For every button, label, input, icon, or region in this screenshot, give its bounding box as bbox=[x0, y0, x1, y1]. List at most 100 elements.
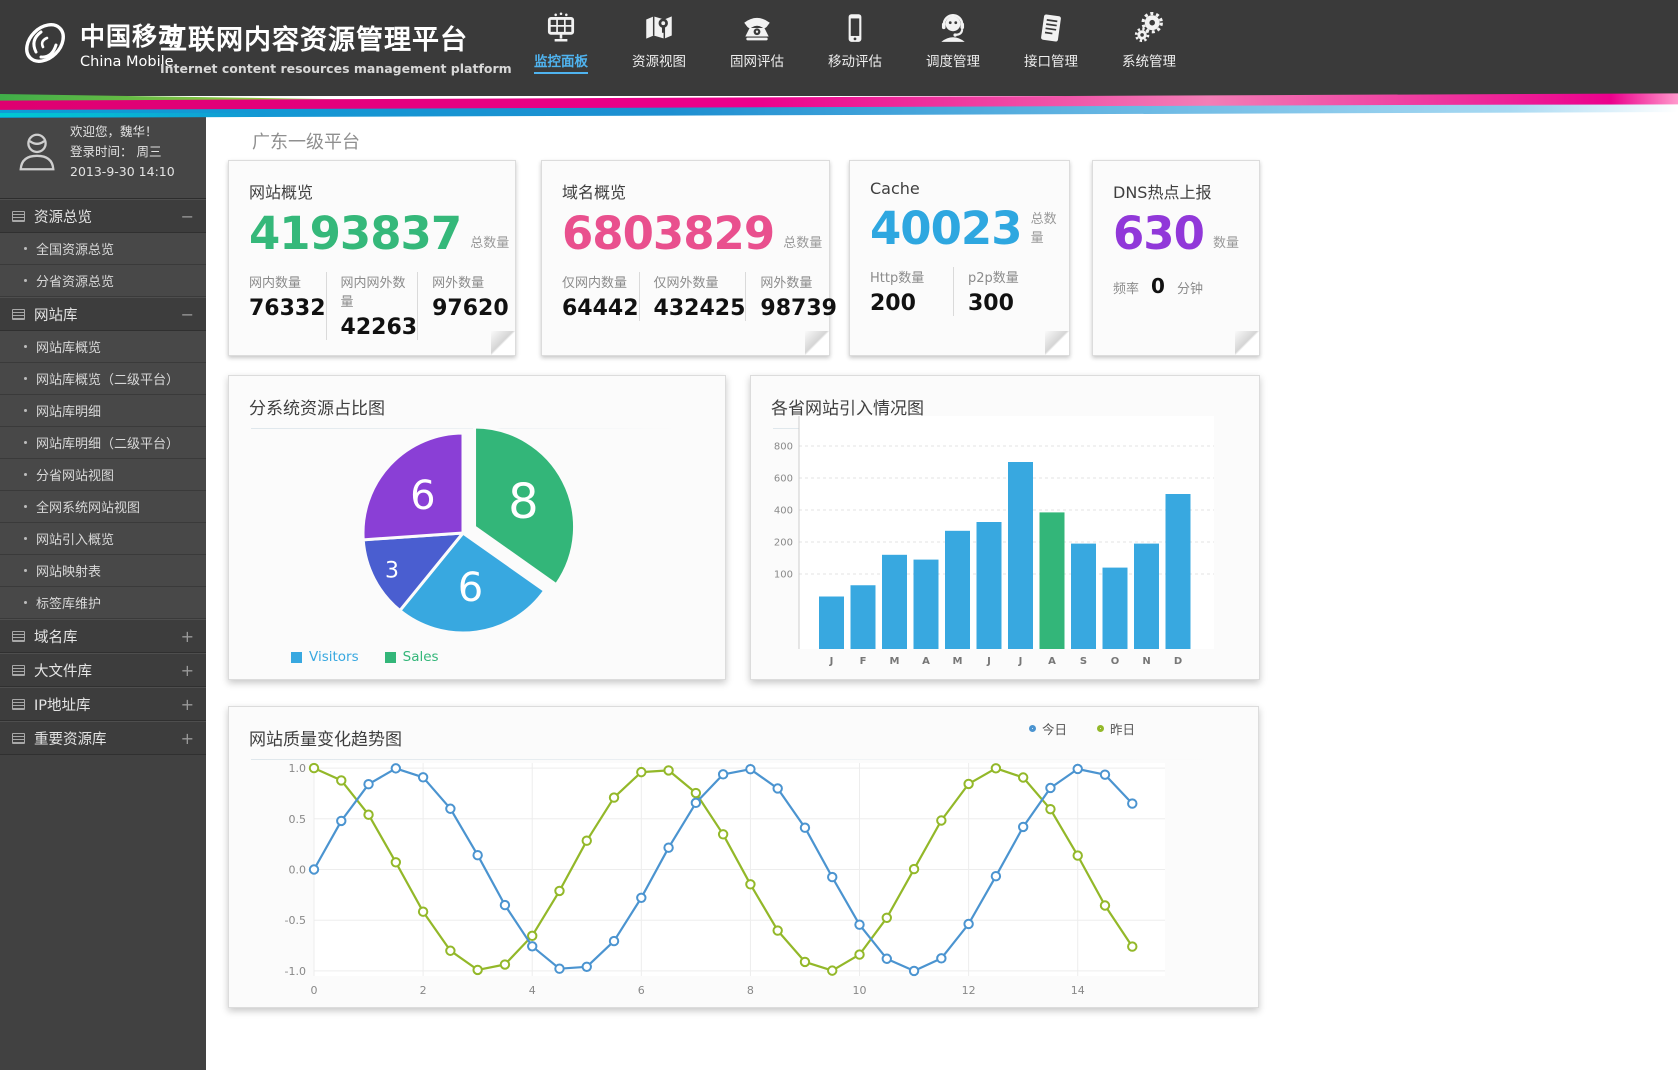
bullet-icon bbox=[24, 473, 27, 476]
sidebar-item-website-overview-l2[interactable]: 网站库概览（二级平台） bbox=[0, 363, 206, 395]
sidebar-item-national-resources[interactable]: 全国资源总览 bbox=[0, 233, 206, 265]
nav-label: 系统管理 bbox=[1122, 50, 1176, 72]
nav-label: 资源视图 bbox=[632, 50, 686, 72]
top-nav: 监控面板 资源视图 固网评估 bbox=[512, 9, 1198, 74]
login-time-label: 登录时间： 周三 bbox=[70, 142, 175, 162]
svg-text:1.0: 1.0 bbox=[289, 762, 307, 775]
sidebar-group-website-library[interactable]: 网站库 − bbox=[0, 297, 206, 331]
stat-big-number: 4193837 bbox=[249, 211, 461, 256]
bullet-icon bbox=[24, 409, 27, 412]
stat-cell: 仅网外数量 432425 bbox=[639, 272, 746, 321]
bar-chart-card: 各省网站引入情况图 100200400600800JFMAMJJASOND bbox=[750, 375, 1260, 680]
nav-item-dispatch-mgmt[interactable]: 调度管理 bbox=[904, 9, 1002, 74]
svg-text:0: 0 bbox=[311, 984, 318, 997]
legend-item-sales[interactable]: Sales bbox=[385, 649, 439, 665]
document-icon bbox=[12, 733, 25, 744]
stat-big-label: 数量 bbox=[1213, 232, 1239, 256]
svg-text:8: 8 bbox=[508, 474, 539, 530]
document-icon bbox=[12, 211, 25, 222]
card-title: DNS热点上报 bbox=[1093, 161, 1259, 203]
sidebar-group-bigfile-library[interactable]: 大文件库 + bbox=[0, 653, 206, 687]
telephone-icon bbox=[708, 9, 806, 47]
nav-item-dashboard[interactable]: 监控面板 bbox=[512, 9, 610, 74]
app-header: 中国移动 China Mobile 互联网内容资源管理平台 Internet c… bbox=[0, 0, 1678, 96]
ribbon-blue-band bbox=[0, 104, 1678, 118]
sidebar-group-domain-library[interactable]: 域名库 + bbox=[0, 619, 206, 653]
nav-item-fixed-network-eval[interactable]: 固网评估 bbox=[708, 9, 806, 74]
svg-text:A: A bbox=[1048, 656, 1056, 667]
stat-big-label: 总数量 bbox=[783, 232, 822, 256]
nav-label: 移动评估 bbox=[828, 50, 882, 72]
svg-text:3: 3 bbox=[385, 558, 399, 583]
document-list-icon bbox=[1002, 9, 1100, 47]
collapse-indicator: − bbox=[181, 305, 194, 324]
pie-chart-card: 分系统资源占比图 8636 Visitors Sales bbox=[228, 375, 726, 680]
nav-label: 调度管理 bbox=[926, 50, 980, 72]
svg-text:O: O bbox=[1111, 656, 1120, 667]
nav-label: 接口管理 bbox=[1024, 50, 1078, 72]
stat-cell: 网外数量 98739 bbox=[745, 272, 837, 321]
map-icon bbox=[610, 9, 708, 47]
svg-text:0.0: 0.0 bbox=[289, 864, 307, 877]
app-subtitle: Internet content resources management pl… bbox=[160, 61, 512, 76]
expand-indicator: + bbox=[181, 661, 194, 680]
stat-card-domain: 域名概览 6803829 总数量 仅网内数量 64442 仅网外数量 43242… bbox=[541, 160, 830, 356]
sidebar-item-website-intro-overview[interactable]: 网站引入概览 bbox=[0, 523, 206, 555]
svg-text:F: F bbox=[860, 656, 867, 667]
line-chart-card: 网站质量变化趋势图 今日 昨日 024681012141.00.50.0-0.5… bbox=[228, 706, 1259, 1008]
svg-text:6: 6 bbox=[638, 984, 645, 997]
legend-swatch bbox=[291, 652, 302, 663]
svg-text:600: 600 bbox=[774, 474, 793, 485]
expand-indicator: + bbox=[181, 729, 194, 748]
bullet-icon bbox=[24, 247, 27, 250]
gears-icon bbox=[1100, 9, 1198, 47]
china-mobile-logo bbox=[16, 14, 74, 72]
sidebar-item-website-detail[interactable]: 网站库明细 bbox=[0, 395, 206, 427]
svg-text:10: 10 bbox=[853, 984, 867, 997]
svg-text:-1.0: -1.0 bbox=[285, 965, 306, 978]
stat-cell: 网外数量 97620 bbox=[417, 272, 509, 340]
stat-card-website: 网站概览 4193837 总数量 网内数量 76332 网内网外数量 42263… bbox=[228, 160, 516, 356]
svg-text:J: J bbox=[986, 656, 991, 667]
svg-text:J: J bbox=[1018, 656, 1023, 667]
sidebar-item-network-website-view[interactable]: 全网系统网站视图 bbox=[0, 491, 206, 523]
stat-cell: 频率 0 分钟 bbox=[1093, 256, 1259, 298]
collapse-indicator: − bbox=[181, 207, 194, 226]
ribbon-pink-band bbox=[0, 93, 1678, 111]
nav-item-system-mgmt[interactable]: 系统管理 bbox=[1100, 9, 1198, 74]
sidebar-item-tag-maintenance[interactable]: 标签库维护 bbox=[0, 587, 206, 619]
bar-chart: 100200400600800JFMAMJJASOND bbox=[751, 376, 1261, 681]
svg-text:14: 14 bbox=[1071, 984, 1085, 997]
legend-item-visitors[interactable]: Visitors bbox=[291, 649, 359, 665]
sidebar: 欢迎您，魏华！ 登录时间： 周三 2013-9-30 14:10 资源总览 − … bbox=[0, 100, 206, 1070]
svg-text:8: 8 bbox=[747, 984, 754, 997]
sidebar-group-resource-overview[interactable]: 资源总览 − bbox=[0, 199, 206, 233]
nav-item-interface-mgmt[interactable]: 接口管理 bbox=[1002, 9, 1100, 74]
app-title: 互联网内容资源管理平台 bbox=[160, 18, 512, 57]
stat-big-number: 40023 bbox=[870, 206, 1022, 251]
sidebar-item-province-resources[interactable]: 分省资源总览 bbox=[0, 265, 206, 297]
svg-text:12: 12 bbox=[962, 984, 976, 997]
sidebar-item-website-overview[interactable]: 网站库概览 bbox=[0, 331, 206, 363]
stat-card-dns: DNS热点上报 630 数量 频率 0 分钟 bbox=[1092, 160, 1260, 356]
document-icon bbox=[12, 699, 25, 710]
svg-text:M: M bbox=[953, 656, 963, 667]
pie-chart: 8636 bbox=[229, 376, 727, 681]
document-icon bbox=[12, 631, 25, 642]
sidebar-group-ip-library[interactable]: IP地址库 + bbox=[0, 687, 206, 721]
bullet-icon bbox=[24, 505, 27, 508]
nav-item-mobile-eval[interactable]: 移动评估 bbox=[806, 9, 904, 74]
svg-text:400: 400 bbox=[774, 506, 793, 517]
nav-item-resource-view[interactable]: 资源视图 bbox=[610, 9, 708, 74]
svg-text:6: 6 bbox=[410, 473, 435, 519]
sidebar-item-website-detail-l2[interactable]: 网站库明细（二级平台） bbox=[0, 427, 206, 459]
svg-text:6: 6 bbox=[458, 565, 483, 611]
sidebar-item-website-mapping[interactable]: 网站映射表 bbox=[0, 555, 206, 587]
operator-headset-icon bbox=[904, 9, 1002, 47]
stat-big-label: 总数量 bbox=[470, 232, 509, 256]
sidebar-item-province-website-view[interactable]: 分省网站视图 bbox=[0, 459, 206, 491]
sidebar-group-important-resources[interactable]: 重要资源库 + bbox=[0, 721, 206, 755]
legend-swatch bbox=[385, 652, 396, 663]
card-title: 域名概览 bbox=[542, 161, 829, 203]
bullet-icon bbox=[24, 601, 27, 604]
